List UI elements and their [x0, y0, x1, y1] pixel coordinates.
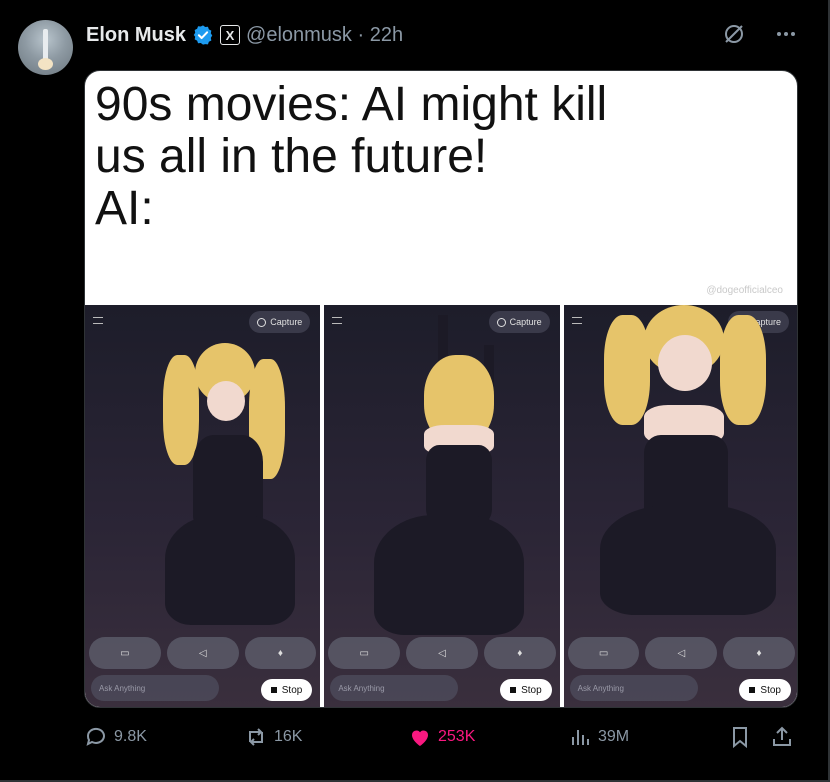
reply-count: 9.8K — [114, 728, 147, 745]
menu-icon — [571, 317, 582, 324]
caption-line-3: AI: — [95, 182, 154, 235]
anime-character-figure — [145, 335, 295, 655]
bookmark-button[interactable] — [728, 722, 752, 752]
stop-icon — [510, 687, 517, 693]
app-screenshot-panel-3: Capture ▭ ◁ ♦ Ask Anything Stop — [563, 305, 797, 707]
stop-button: Stop — [739, 679, 791, 701]
call-controls: ▭ ◁ ♦ — [89, 637, 317, 669]
microphone-icon: ♦ — [723, 637, 795, 669]
stop-icon — [749, 687, 756, 693]
app-screenshot-panel-2: Capture ▭ ◁ ♦ Ask Anything Stop — [324, 305, 560, 707]
author-handle[interactable]: @elonmusk · 22h — [246, 24, 403, 47]
caption-line-1: 90s movies: AI might kill — [95, 78, 608, 131]
exhaust-plume-graphic — [38, 58, 53, 70]
microphone-icon: ♦ — [244, 637, 317, 669]
camera-icon: ▭ — [328, 637, 401, 669]
timestamp[interactable]: 22h — [370, 24, 403, 46]
x-affiliation-badge-icon: X — [220, 25, 241, 45]
speaker-icon: ◁ — [645, 637, 718, 669]
author-name[interactable]: Elon Musk — [86, 24, 186, 47]
call-controls: ▭ ◁ ♦ — [567, 637, 795, 669]
ask-input: Ask Anything — [569, 675, 698, 701]
repost-button[interactable]: 16K — [244, 722, 302, 752]
tweet-header: Elon Musk X @elonmusk · 22h — [86, 22, 403, 48]
heart-filled-icon — [412, 730, 428, 746]
bookmark-icon — [733, 727, 747, 749]
more-options-icon[interactable] — [772, 20, 800, 48]
call-controls: ▭ ◁ ♦ — [328, 637, 556, 669]
reply-button[interactable]: 9.8K — [84, 722, 147, 752]
camera-icon: ▭ — [89, 637, 161, 669]
stop-button: Stop — [260, 679, 313, 701]
stop-label: Stop — [281, 684, 303, 696]
verified-badge-icon — [193, 25, 213, 45]
avatar[interactable] — [18, 20, 73, 75]
menu-icon — [332, 317, 343, 324]
header-actions — [720, 20, 800, 48]
separator: · — [357, 23, 365, 46]
tweet-media[interactable]: 90s movies: AI might kill us all in the … — [84, 70, 798, 708]
microphone-icon: ♦ — [483, 637, 556, 669]
stop-button: Stop — [500, 679, 552, 701]
app-screenshot-panel-1: Capture ▭ ◁ ♦ Ask Anything Stop — [85, 305, 321, 707]
repost-count: 16K — [274, 728, 303, 745]
views-button[interactable]: 39M — [568, 722, 629, 752]
caption-line-2: us all in the future! — [95, 130, 488, 183]
grok-icon[interactable] — [720, 20, 748, 48]
anime-character-figure — [364, 315, 525, 655]
like-count: 253K — [438, 728, 476, 745]
tweet-card: Elon Musk X @elonmusk · 22h 90s movies: … — [0, 0, 830, 782]
rocket-graphic — [43, 29, 48, 59]
meme-caption: 90s movies: AI might kill us all in the … — [95, 79, 795, 235]
anime-character-figure — [584, 305, 784, 655]
menu-icon — [93, 317, 103, 324]
capture-label: Capture — [270, 317, 303, 327]
ask-input: Ask Anything — [91, 675, 219, 701]
views-chart-icon — [572, 730, 589, 745]
stop-icon — [270, 687, 277, 693]
handle-text: @elonmusk — [246, 23, 352, 46]
tweet-actions: 9.8K 16K 253K 39M — [84, 722, 804, 752]
reply-icon — [86, 727, 105, 746]
capture-button: Capture — [249, 311, 311, 333]
share-icon — [773, 726, 791, 746]
like-button[interactable]: 253K — [408, 722, 475, 752]
stop-label: Stop — [760, 684, 781, 696]
speaker-icon: ◁ — [166, 637, 239, 669]
stop-label: Stop — [521, 684, 542, 696]
screenshot-panels: Capture ▭ ◁ ♦ Ask Anything Stop Capture … — [85, 305, 797, 707]
camera-icon: ▭ — [567, 637, 640, 669]
capture-icon — [257, 317, 267, 327]
speaker-icon: ◁ — [406, 637, 478, 669]
repost-icon — [249, 728, 263, 746]
share-button[interactable] — [770, 722, 794, 752]
watermark: @dogeofficialceo — [706, 285, 783, 296]
views-count: 39M — [598, 728, 630, 745]
ask-input: Ask Anything — [330, 675, 459, 701]
